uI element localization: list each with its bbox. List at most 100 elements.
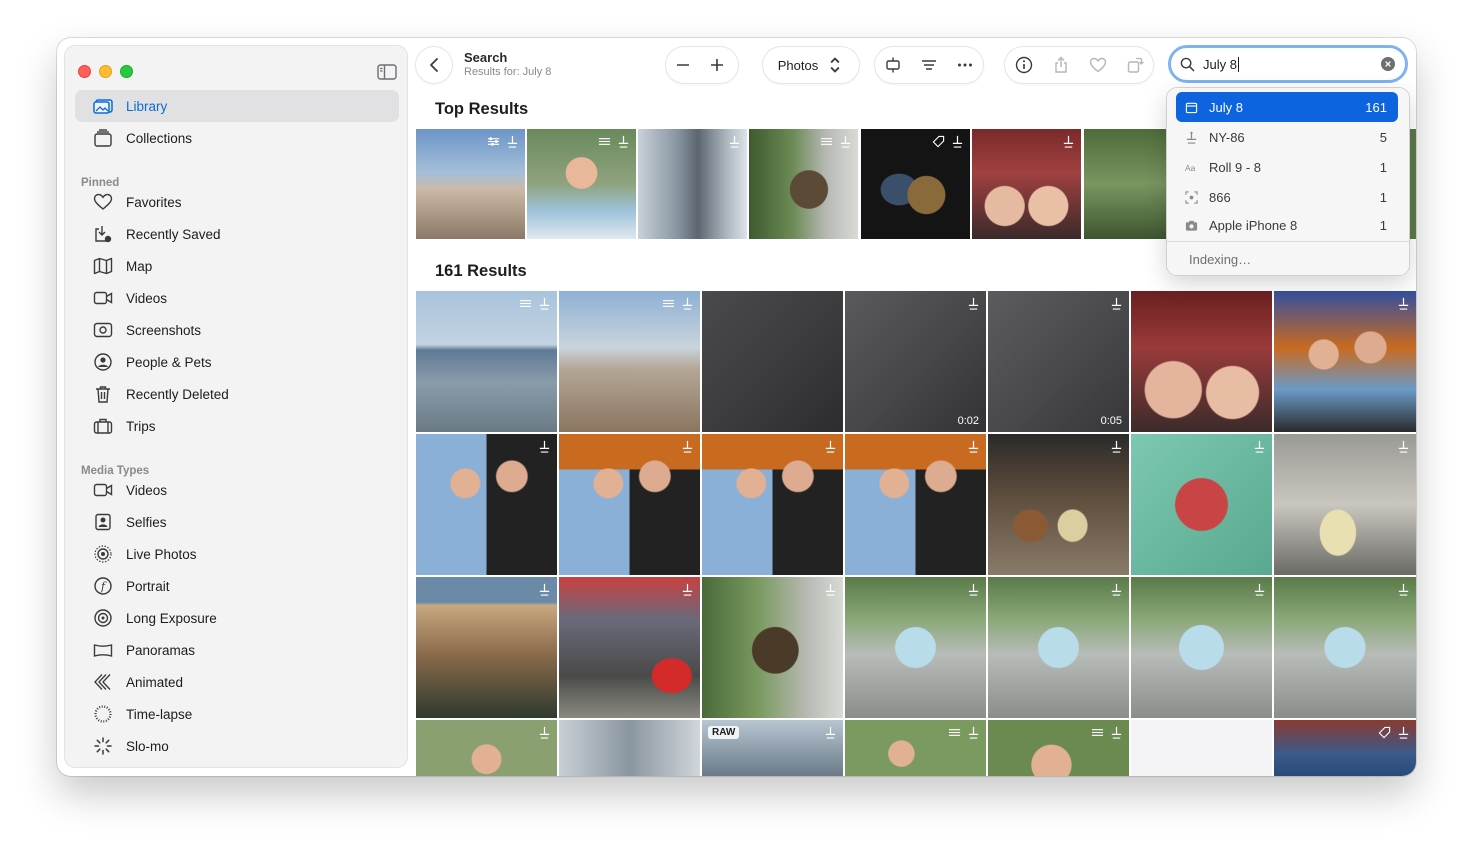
sidebar-item-map[interactable]: Map — [75, 250, 399, 282]
top-result-photo[interactable] — [416, 129, 525, 239]
result-photo[interactable]: 0:02 — [845, 291, 986, 432]
sidebar-item-time-lapse[interactable]: Time-lapse — [75, 698, 399, 730]
result-photo[interactable] — [559, 577, 700, 718]
suggestion-item[interactable]: 866 1 — [1176, 182, 1398, 212]
svg-text:f: f — [100, 580, 107, 593]
suggestion-item[interactable]: Aa Roll 9 - 8 1 — [1176, 152, 1398, 182]
adjusted-icon — [487, 137, 500, 146]
favorite-button[interactable] — [1081, 47, 1115, 83]
photo-actions-group — [1005, 47, 1153, 83]
zoom-window-button[interactable] — [120, 65, 133, 78]
result-photo[interactable] — [1274, 434, 1416, 575]
result-photo[interactable] — [416, 577, 557, 718]
svg-text:Aa: Aa — [1185, 163, 1196, 173]
suggestion-count: 5 — [1379, 129, 1387, 145]
rotate-button[interactable] — [1118, 47, 1152, 83]
info-icon — [1015, 56, 1032, 74]
result-photo[interactable] — [559, 434, 700, 575]
result-photo[interactable] — [702, 291, 843, 432]
result-photo[interactable] — [988, 720, 1129, 776]
keyword-icon — [1185, 131, 1198, 144]
zoom-controls — [666, 47, 738, 83]
sidebar-item-selfies[interactable]: Selfies — [75, 506, 399, 538]
sidebar-item-label: Animated — [126, 674, 184, 690]
result-photo[interactable] — [988, 434, 1129, 575]
result-photo[interactable] — [416, 291, 557, 432]
result-photo[interactable] — [1274, 291, 1416, 432]
result-photo[interactable] — [702, 577, 843, 718]
sidebar-item-library[interactable]: Library — [75, 90, 399, 122]
result-photo[interactable] — [416, 434, 557, 575]
result-photo[interactable] — [1131, 291, 1272, 432]
zoom-out-button[interactable] — [666, 47, 700, 83]
share-button[interactable] — [1044, 47, 1078, 83]
close-window-button[interactable] — [78, 65, 91, 78]
info-button[interactable] — [1007, 47, 1041, 83]
top-result-photo[interactable] — [527, 129, 636, 239]
sidebar-item-live-photos[interactable]: Live Photos — [75, 538, 399, 570]
sidebar-item-favorites[interactable]: Favorites — [75, 186, 399, 218]
sidebar-item-label: Trips — [126, 418, 156, 434]
result-photo[interactable] — [702, 434, 843, 575]
suggestion-item[interactable]: July 8 161 — [1176, 92, 1398, 122]
result-photo[interactable] — [559, 291, 700, 432]
raw-badge: RAW — [708, 726, 740, 739]
clear-search-button[interactable] — [1381, 57, 1395, 71]
airdrop-saved-icon — [682, 440, 693, 453]
airdrop-saved-icon — [1398, 726, 1409, 739]
sidebar-item-label: Time-lapse — [126, 706, 193, 722]
top-result-photo[interactable] — [861, 129, 970, 239]
minimize-window-button[interactable] — [99, 65, 112, 78]
top-result-photo[interactable] — [749, 129, 858, 239]
search-field[interactable]: July 8 — [1168, 45, 1408, 83]
suggestion-item[interactable]: NY-86 5 — [1176, 122, 1398, 152]
sidebar-item-collections[interactable]: Collections — [75, 122, 399, 154]
result-photo[interactable] — [1274, 720, 1416, 776]
result-photo[interactable] — [1131, 720, 1272, 776]
suggestion-item[interactable]: Apple iPhone 8 1 — [1176, 212, 1398, 238]
view-select[interactable]: Photos — [763, 47, 859, 83]
sidebar-item-panoramas[interactable]: Panoramas — [75, 634, 399, 666]
sidebar-item-recently-deleted[interactable]: Recently Deleted — [75, 378, 399, 410]
result-photo[interactable] — [1131, 577, 1272, 718]
suggestion-label: 866 — [1209, 189, 1231, 205]
slideshow-button[interactable] — [876, 47, 910, 83]
zoom-in-button[interactable] — [700, 47, 734, 83]
back-button[interactable] — [416, 47, 452, 83]
sidebar-item-slo-mo[interactable]: Slo-mo — [75, 730, 399, 762]
result-photo[interactable] — [1131, 434, 1272, 575]
result-photo[interactable] — [1274, 577, 1416, 718]
sidebar-item-videos[interactable]: Videos — [75, 282, 399, 314]
result-photo[interactable] — [416, 720, 557, 776]
airdrop-saved-icon — [968, 726, 979, 739]
sidebar-item-long-exposure[interactable]: Long Exposure — [75, 602, 399, 634]
result-photo[interactable] — [845, 720, 986, 776]
top-result-photo[interactable] — [638, 129, 747, 239]
tag-icon — [932, 135, 945, 148]
result-photo[interactable]: RAW — [702, 720, 843, 776]
result-photo[interactable] — [559, 720, 700, 776]
top-result-photo[interactable] — [1084, 129, 1167, 239]
sidebar-item-recently-saved[interactable]: Recently Saved — [75, 218, 399, 250]
filter-button[interactable] — [912, 47, 946, 83]
result-photo[interactable] — [845, 434, 986, 575]
sidebar-item-people-pets[interactable]: People & Pets — [75, 346, 399, 378]
more-button[interactable] — [948, 47, 982, 83]
result-photo[interactable] — [845, 577, 986, 718]
airdrop-saved-icon — [1063, 135, 1074, 148]
top-result-photo[interactable] — [1409, 129, 1416, 239]
result-photo[interactable] — [988, 577, 1129, 718]
sidebar-item-trips[interactable]: Trips — [75, 410, 399, 442]
sidebar-item-animated[interactable]: Animated — [75, 666, 399, 698]
search-input[interactable]: July 8 — [1203, 57, 1237, 72]
sidebar-item-media-videos[interactable]: Videos — [75, 474, 399, 506]
photos-window: Library Collections Pinned Favorites Rec… — [57, 38, 1416, 776]
sidebar-item-portrait[interactable]: f Portrait — [75, 570, 399, 602]
sidebar-item-screenshots[interactable]: Screenshots — [75, 314, 399, 346]
top-result-photo[interactable] — [972, 129, 1081, 239]
text-caret — [1237, 56, 1239, 72]
result-photo[interactable]: 0:05 — [988, 291, 1129, 432]
long-exposure-icon — [92, 609, 114, 627]
selfie-icon — [92, 513, 114, 531]
sidebar-toggle-icon[interactable] — [377, 64, 397, 80]
